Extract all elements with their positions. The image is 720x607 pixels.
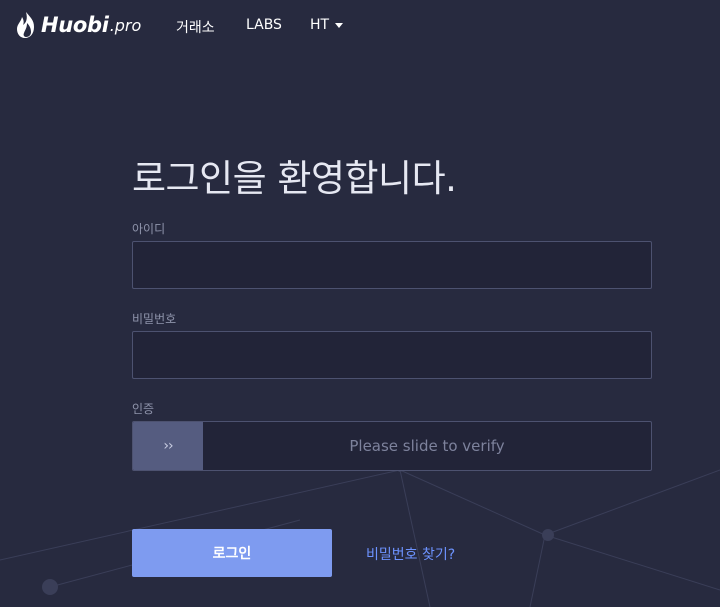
nav-labs-label: LABS — [246, 17, 282, 33]
flame-icon — [17, 12, 34, 38]
forgot-password-link[interactable]: 비밀번호 찾기? — [366, 544, 455, 564]
nav-ht-label: HT — [310, 17, 330, 33]
auth-label: 인증 — [132, 402, 155, 416]
nav-ht-dropdown[interactable]: HT — [310, 17, 344, 33]
slide-verify-text: Please slide to verify — [349, 437, 505, 455]
nav-labs[interactable]: LABS — [246, 17, 282, 33]
page-title: 로그인을 환영합니다. — [132, 157, 457, 200]
login-button[interactable]: 로그인 — [132, 529, 332, 577]
top-navigation-bar: Huobi .pro 거래소 LABS HT — [0, 0, 720, 52]
id-label: 아이디 — [132, 222, 166, 236]
huobi-logo[interactable]: Huobi .pro — [16, 10, 141, 40]
logo-suffix: .pro — [109, 15, 142, 35]
slide-verify-track: ›› Please slide to verify — [132, 421, 652, 471]
background-network-decoration — [0, 468, 720, 607]
caret-down-icon — [335, 22, 344, 28]
id-input[interactable] — [132, 241, 652, 289]
password-label: 비밀번호 — [132, 312, 177, 326]
double-chevron-right-icon: ›› — [163, 438, 173, 454]
nav-exchange-label: 거래소 — [176, 20, 215, 36]
slide-verify-handle[interactable]: ›› — [133, 422, 203, 470]
logo-text: Huobi — [41, 13, 109, 37]
nav-exchange[interactable]: 거래소 — [176, 17, 215, 37]
password-input[interactable] — [132, 331, 652, 379]
